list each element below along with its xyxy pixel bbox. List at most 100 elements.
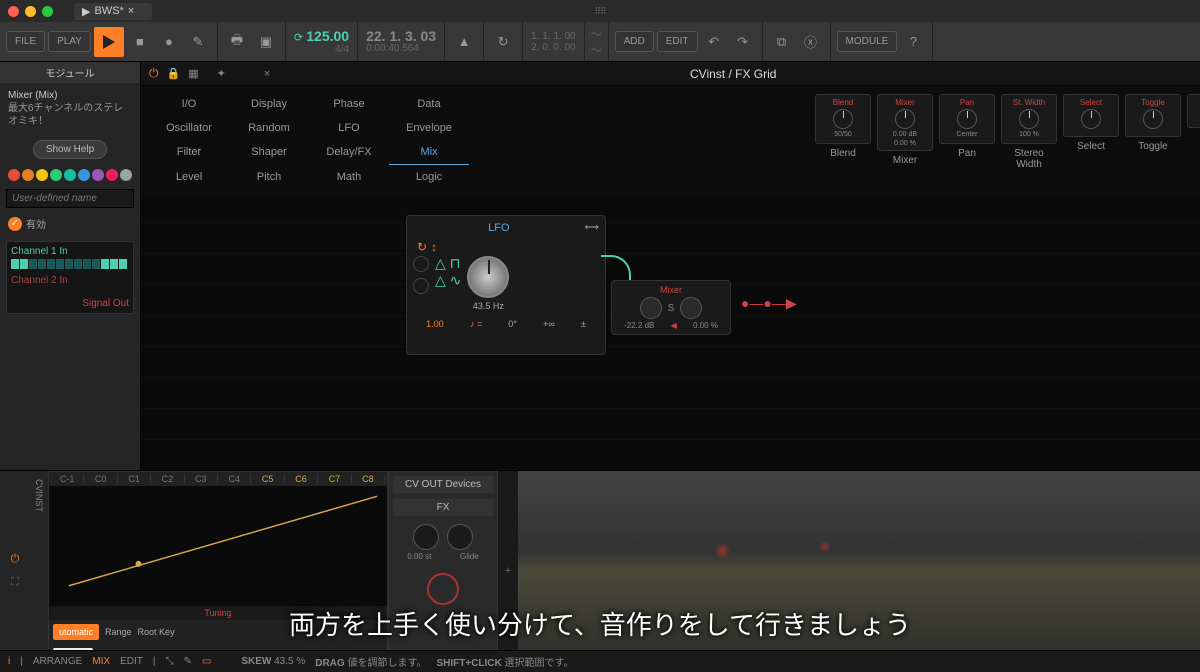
cvout-header: CV OUT Devices [393,476,493,493]
minimize-dot[interactable] [25,6,36,17]
channel-meters [11,259,129,269]
lock-icon[interactable]: 🔒 [167,67,181,80]
play-button[interactable] [94,27,124,57]
mixer-knob-2[interactable] [680,297,702,319]
palette-label: Merge [1187,132,1200,143]
file-button[interactable]: FILE [6,31,45,52]
category-i/o[interactable]: I/O [149,92,229,116]
retrigger-icon[interactable]: ↻ [417,240,427,254]
category-mix[interactable]: Mix [389,140,469,165]
tool-icon-2[interactable]: ✎ [183,656,191,667]
copy-icon[interactable]: ⧉ [769,29,795,55]
signal-out-label: Signal Out [11,298,129,309]
category-oscillator[interactable]: Oscillator [149,116,229,140]
stop-button[interactable]: ■ [127,29,153,55]
automation-write-button[interactable]: ✎ [185,29,211,55]
enable-toggle[interactable]: ✓有効 [0,212,140,235]
category-data[interactable]: Data [389,92,469,116]
palette-label: Select [1063,141,1119,152]
octave-marker: C3 [185,474,218,484]
info-icon[interactable]: i [8,656,10,667]
category-lfo[interactable]: LFO [309,116,389,140]
grid-editor: ⏻ 🔒 ▦ ✦ × CVinst / FX Grid – ⊙ + ⛶ × I/O… [141,62,1200,470]
fx-main-knob[interactable] [427,573,459,605]
palette-blend[interactable]: Blend50/50 [815,94,871,144]
curve-graph[interactable] [49,486,387,606]
palette-select[interactable]: Select [1063,94,1119,137]
palette-toggle[interactable]: Toggle [1125,94,1181,137]
palette-mixer[interactable]: Mixer0.00 dB0.00 % [877,94,933,151]
position-display[interactable]: 22. 1. 3. 03 0:00:40.564 [358,22,445,61]
sync-icon[interactable]: ↕ [431,240,437,254]
close-panel-icon[interactable]: × [264,68,270,80]
category-logic[interactable]: Logic [389,165,469,189]
export-icon[interactable]: 🖶 [224,29,250,55]
tempo-display[interactable]: ⟳ 125.00 4/4 [286,22,358,61]
octave-marker: C1 [118,474,151,484]
maximize-dot[interactable] [42,6,53,17]
grid-icon[interactable]: ▦ [188,67,198,80]
fx-header: FX [393,499,493,516]
glide-knob[interactable] [447,524,473,550]
mixer-module[interactable]: Mixer S -22.2 dB◀ 0.00 % [611,280,731,335]
settings-icon[interactable]: ✦ [217,67,226,80]
category-filter[interactable]: Filter [149,140,229,165]
record-button[interactable]: ● [156,29,182,55]
show-help-button[interactable]: Show Help [33,140,107,159]
automatic-button[interactable]: utomatic [53,624,99,640]
color-palette[interactable] [0,165,140,185]
palette-pan[interactable]: PanCenter [939,94,995,144]
lfo-module[interactable]: LFO⟷ ↻ ↕ △ ⊓ △ ∿ 43.5 H [406,215,606,355]
cvinst-label: CVINST [30,471,48,670]
module-button[interactable]: MODULE [837,31,898,52]
titlebar: ▶ BWS* × ⠿⠿ [0,0,1200,22]
lfo-rate-knob[interactable] [467,256,509,298]
device-expand-icon[interactable]: ⛶ [11,576,19,589]
redo-icon[interactable]: ↷ [730,29,756,55]
power-icon[interactable]: ⏻ [149,66,159,81]
tool-icon-1[interactable]: ⤡ [165,656,173,667]
category-delay/fx[interactable]: Delay/FX [309,140,389,165]
lfo-knob-small-2[interactable] [413,278,429,294]
category-display[interactable]: Display [229,92,309,116]
close-dot[interactable] [8,6,19,17]
metronome-icon[interactable]: ▲ [451,29,477,55]
palette-stereo-width[interactable]: St. Width100 % [1001,94,1057,144]
play-mode-button[interactable]: PLAY [48,31,91,52]
tool-icon-3[interactable]: ▭ [202,656,211,667]
category-shaper[interactable]: Shaper [229,140,309,165]
project-tab[interactable]: ▶ BWS* × [74,3,152,20]
loop-display[interactable]: 1. 1. 1. 00 2. 0. 0. 00 [523,22,584,61]
category-phase[interactable]: Phase [309,92,389,116]
octave-marker: C4 [218,474,251,484]
delete-icon[interactable]: ⓧ [798,29,824,55]
channel-box: Channel 1 In Channel 2 In Signal Out [6,241,134,314]
bidir-icon[interactable]: ⟷ [585,222,599,233]
arrange-tab[interactable]: ARRANGE [33,656,82,667]
grid-canvas[interactable]: LFO⟷ ↻ ↕ △ ⊓ △ ∿ 43.5 H [141,195,1200,470]
edit-button[interactable]: EDIT [657,31,698,52]
undo-icon[interactable]: ↶ [701,29,727,55]
edit-tab[interactable]: EDIT [120,656,143,667]
category-level[interactable]: Level [149,165,229,189]
lfo-knob-small-1[interactable] [413,256,429,272]
palette-label: Mixer [877,155,933,166]
device-power-icon[interactable]: ⏻ [11,553,20,566]
category-math[interactable]: Math [309,165,389,189]
output-indicator: ●—●—▶ [741,295,797,312]
user-defined-name-input[interactable]: User-defined name [6,189,134,208]
panel-icon[interactable]: ▣ [253,29,279,55]
pitch-knob[interactable] [413,524,439,550]
help-icon[interactable]: ? [900,29,926,55]
loop-icon[interactable]: ↻ [490,29,516,55]
mix-tab[interactable]: MIX [92,656,110,667]
category-random[interactable]: Random [229,116,309,140]
palette-merge[interactable] [1187,94,1200,128]
category-pitch[interactable]: Pitch [229,165,309,189]
add-button[interactable]: ADD [615,31,654,52]
palette-label: Blend [815,148,871,159]
wave-selectors[interactable]: △ ⊓ △ ∿ [435,256,461,311]
mixer-knob-1[interactable] [640,297,662,319]
device-controls: ⏻ ⛶ [0,471,30,670]
category-envelope[interactable]: Envelope [389,116,469,140]
